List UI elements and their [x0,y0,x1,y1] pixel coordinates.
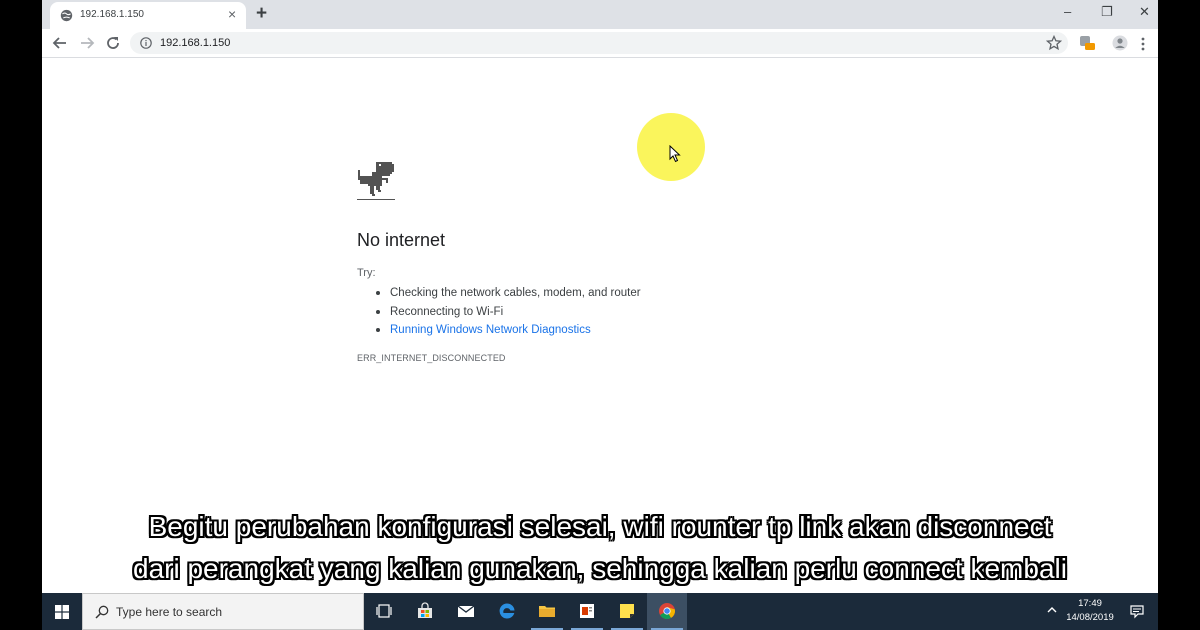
try-label: Try: [357,267,376,279]
close-window-button[interactable]: ✕ [1139,4,1150,20]
restore-button[interactable]: ❐ [1101,4,1113,20]
error-title: No internet [357,230,446,250]
subtitle-line: Begitu perubahan konfigurasi selesai, wi… [148,511,1052,542]
video-subtitles: Begitu perubahan konfigurasi selesai, wi… [42,506,1158,590]
store-app[interactable] [405,593,445,630]
edge-app[interactable] [487,593,527,630]
mail-app[interactable] [446,593,486,630]
new-tab-button[interactable]: + [256,3,267,25]
network-diagnostics-link[interactable]: Running Windows Network Diagnostics [375,322,641,341]
sticky-note-icon [620,604,634,618]
chevron-up-icon[interactable] [1045,603,1059,617]
sticky-notes-app[interactable] [607,593,647,630]
tab-close-icon[interactable]: × [228,7,236,21]
profile-avatar-icon[interactable] [1112,35,1128,51]
search-placeholder: Type here to search [116,605,223,619]
tab-strip: 192.168.1.150 × + – ❐ ✕ [42,0,1158,29]
mouse-cursor-icon [669,145,681,163]
task-view-icon [376,604,392,618]
desktop-screen: 192.168.1.150 × + – ❐ ✕ 192.168.1.150 No… [42,0,1158,630]
task-view-button[interactable] [364,593,404,630]
office-icon [580,604,594,618]
search-icon [95,605,109,619]
windows-logo-icon [55,605,69,619]
suggestion-item: Checking the network cables, modem, and … [375,285,641,304]
action-center-icon[interactable] [1129,603,1145,619]
error-code: ERR_INTERNET_DISCONNECTED [357,353,506,363]
chrome-icon [659,603,676,619]
clock-time: 17:49 [1078,598,1102,609]
mail-icon [457,605,475,617]
subtitle-line: dari perangkat yang kalian gunakan, sehi… [133,553,1067,584]
globe-icon [60,9,73,22]
folder-icon [539,606,555,617]
address-bar[interactable]: 192.168.1.150 [130,32,1068,54]
clock-date: 14/08/2019 [1066,612,1114,623]
minimize-button[interactable]: – [1064,4,1071,20]
suggestion-list: Checking the network cables, modem, and … [375,285,641,341]
chrome-app[interactable] [647,593,687,630]
office-app[interactable] [567,593,607,630]
windows-taskbar: Type here to search 17:49 14/08/2019 [42,593,1158,630]
edge-icon [499,603,515,619]
tab-title: 192.168.1.150 [80,9,144,20]
more-menu-icon[interactable] [1140,37,1146,51]
forward-arrow-icon[interactable] [79,35,95,51]
taskbar-clock[interactable]: 17:49 14/08/2019 [1060,597,1120,625]
info-icon[interactable] [140,37,152,49]
taskbar-search-box[interactable]: Type here to search [82,593,364,630]
browser-toolbar: 192.168.1.150 [42,29,1158,58]
suggestion-item: Reconnecting to Wi-Fi [375,304,641,323]
browser-tab[interactable]: 192.168.1.150 × [50,2,246,29]
back-arrow-icon[interactable] [52,35,68,51]
reload-icon[interactable] [105,35,121,51]
url-text: 192.168.1.150 [160,37,231,49]
offline-dino-icon[interactable] [357,162,395,202]
start-button[interactable] [42,593,82,630]
extension-icon[interactable] [1078,34,1096,52]
file-explorer-app[interactable] [527,593,567,630]
store-icon [418,602,432,618]
bookmark-star-icon[interactable] [1046,35,1062,51]
